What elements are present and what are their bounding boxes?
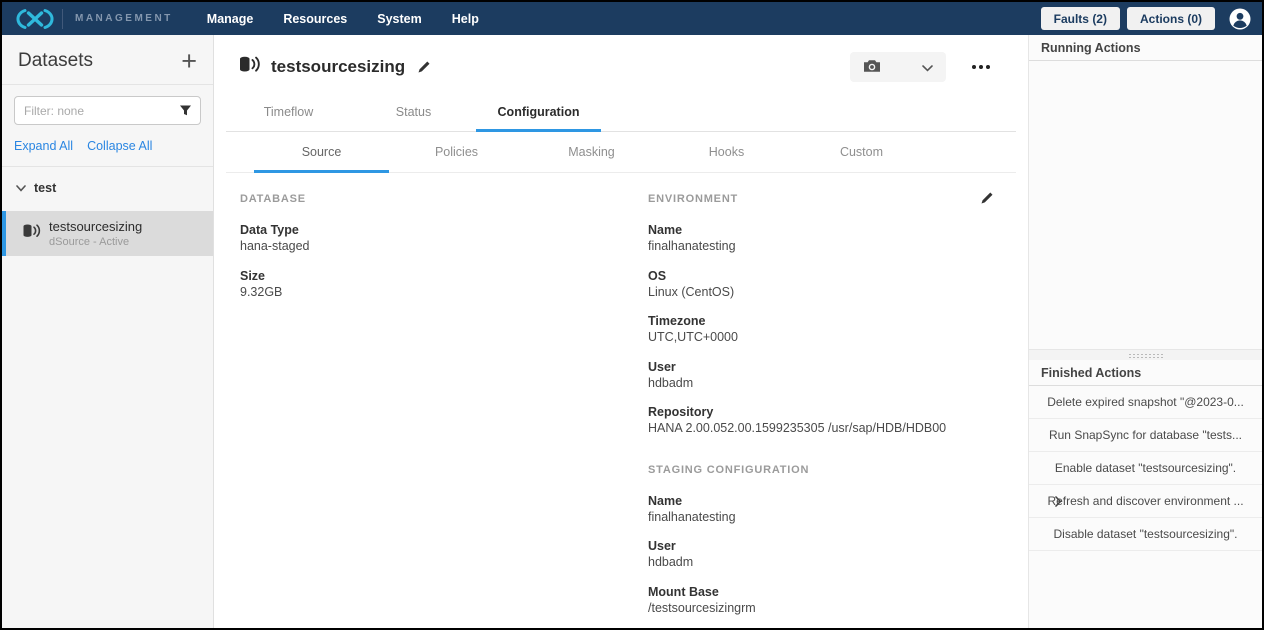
- menu-manage[interactable]: Manage: [207, 12, 254, 26]
- collapse-all-link[interactable]: Collapse All: [87, 139, 152, 153]
- top-navbar: MANAGEMENT Manage Resources System Help …: [2, 2, 1262, 35]
- tab-status[interactable]: Status: [351, 94, 476, 132]
- finished-actions-list: Delete expired snapshot "@2023-0... Run …: [1029, 386, 1262, 551]
- running-actions-header: Running Actions: [1029, 35, 1262, 61]
- dsource-icon: [238, 55, 261, 79]
- staging-configuration-section: STAGING CONFIGURATION Name finalhanatest…: [648, 464, 968, 617]
- dataset-status: dSource - Active: [49, 236, 142, 248]
- field-timezone: Timezone UTC,UTC+0000: [648, 313, 968, 346]
- edit-environment-pencil-icon[interactable]: [980, 191, 994, 210]
- dataset-name: testsourcesizing: [49, 219, 142, 234]
- delphix-logo-icon: [16, 7, 56, 31]
- tab-timeflow[interactable]: Timeflow: [226, 94, 351, 132]
- chevron-down-icon: [16, 179, 26, 197]
- main-tabs: Timeflow Status Configuration: [226, 94, 1016, 132]
- environment-section: ENVIRONMENT Name finalhanatesting OS Lin…: [648, 193, 968, 437]
- faults-button[interactable]: Faults (2): [1041, 7, 1120, 30]
- field-env-user: User hdbadm: [648, 359, 968, 392]
- finished-action-item[interactable]: Run SnapSync for database "tests...: [1029, 419, 1262, 452]
- user-profile-icon[interactable]: [1228, 7, 1252, 31]
- field-env-name: Name finalhanatesting: [648, 222, 968, 255]
- add-dataset-button[interactable]: +: [181, 51, 197, 71]
- chevron-right-icon[interactable]: [1055, 496, 1062, 507]
- datasets-sidebar: Datasets + Expand All Collapse All: [2, 35, 214, 628]
- field-size: Size 9.32GB: [240, 268, 648, 301]
- finished-action-item[interactable]: Refresh and discover environment ...: [1029, 485, 1262, 518]
- finished-actions-header: Finished Actions: [1029, 360, 1262, 386]
- finished-action-item[interactable]: Enable dataset "testsourcesizing".: [1029, 452, 1262, 485]
- field-repository: Repository HANA 2.00.052.00.1599235305 /…: [648, 404, 968, 437]
- more-options-button[interactable]: [972, 65, 990, 69]
- subtab-source[interactable]: Source: [254, 132, 389, 173]
- section-title: ENVIRONMENT: [648, 193, 968, 205]
- product-name: MANAGEMENT: [75, 13, 173, 24]
- expand-all-link[interactable]: Expand All: [14, 139, 73, 153]
- menu-system[interactable]: System: [377, 12, 421, 26]
- navbar-right: Faults (2) Actions (0): [1041, 7, 1252, 31]
- subtab-custom[interactable]: Custom: [794, 132, 929, 173]
- navbar-divider: [62, 9, 63, 29]
- menu-help[interactable]: Help: [452, 12, 479, 26]
- edit-title-pencil-icon[interactable]: [417, 60, 431, 74]
- filter-input[interactable]: [14, 96, 201, 125]
- page-title: testsourcesizing: [271, 57, 405, 77]
- app-window: MANAGEMENT Manage Resources System Help …: [0, 0, 1264, 630]
- subtab-policies[interactable]: Policies: [389, 132, 524, 173]
- navbar-menu: Manage Resources System Help: [207, 12, 479, 26]
- filter-icon: [179, 104, 192, 122]
- actions-panel: Running Actions Finished Actions Delete …: [1029, 35, 1262, 628]
- actions-button[interactable]: Actions (0): [1127, 7, 1215, 30]
- dsource-icon: [22, 223, 41, 244]
- field-staging-user: User hdbadm: [648, 538, 968, 571]
- tree-group-label: test: [34, 181, 56, 195]
- section-title: STAGING CONFIGURATION: [648, 464, 968, 476]
- chevron-down-icon: [922, 60, 933, 75]
- field-data-type: Data Type hana-staged: [240, 222, 648, 255]
- running-actions-list: [1029, 61, 1262, 349]
- snapshot-button[interactable]: [850, 52, 946, 82]
- menu-resources[interactable]: Resources: [283, 12, 347, 26]
- field-mount-base: Mount Base /testsourcesizingrm: [648, 584, 968, 617]
- finished-action-item[interactable]: Disable dataset "testsourcesizing".: [1029, 518, 1262, 551]
- camera-icon: [863, 59, 881, 76]
- tree-group-test[interactable]: test: [2, 167, 213, 207]
- configuration-subtabs: Source Policies Masking Hooks Custom: [226, 132, 1016, 173]
- dataset-item-testsourcesizing[interactable]: testsourcesizing dSource - Active: [2, 211, 213, 256]
- finished-action-item[interactable]: Delete expired snapshot "@2023-0...: [1029, 386, 1262, 419]
- sidebar-divider: [2, 84, 213, 85]
- subtab-masking[interactable]: Masking: [524, 132, 659, 173]
- subtab-hooks[interactable]: Hooks: [659, 132, 794, 173]
- section-title: DATABASE: [240, 193, 648, 205]
- grip-dots-icon: [1128, 353, 1164, 358]
- field-os: OS Linux (CentOS): [648, 268, 968, 301]
- sidebar-title: Datasets: [18, 50, 93, 72]
- tab-configuration[interactable]: Configuration: [476, 94, 601, 132]
- database-section: DATABASE Data Type hana-staged Size 9.32…: [240, 193, 648, 300]
- field-staging-name: Name finalhanatesting: [648, 493, 968, 526]
- main-content: testsourcesizing: [214, 35, 1029, 628]
- panel-resize-handle[interactable]: [1029, 349, 1262, 360]
